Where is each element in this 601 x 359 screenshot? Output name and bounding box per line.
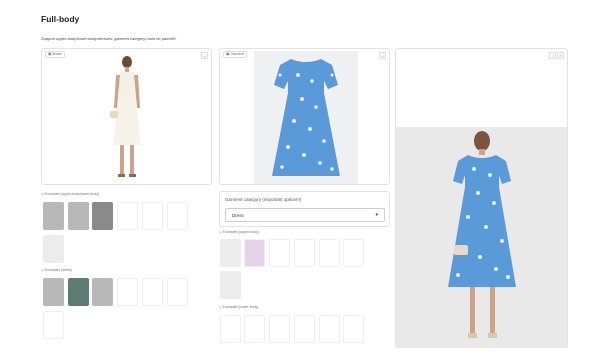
example-thumb[interactable]	[92, 278, 113, 306]
example-thumb[interactable]	[269, 315, 290, 343]
example-thumb[interactable]	[319, 239, 340, 267]
page-subtitle: Support upper-body/lower-body/dresses; g…	[41, 36, 177, 41]
category-label: Garment category (important option!!!)	[225, 197, 302, 202]
expand-icon[interactable]: ⌄	[201, 52, 208, 59]
example-thumb[interactable]	[269, 239, 290, 267]
category-value: Dress	[232, 213, 244, 218]
example-thumb[interactable]	[43, 278, 64, 306]
example-thumb[interactable]	[68, 202, 89, 230]
example-thumb[interactable]	[43, 202, 64, 230]
category-block: Garment category (important option!!!) D…	[219, 191, 390, 227]
chevron-down-icon: ▾	[375, 212, 378, 218]
garment-label: ▣ Garment	[223, 51, 247, 58]
garment-image-panel[interactable]: ▣ Garment ⌄	[219, 48, 390, 185]
model-image	[102, 53, 152, 185]
examples-dress-label: ◇ Examples (dress)	[41, 268, 72, 272]
examples-upper-label: ◇ Examples (upper-body)	[219, 230, 260, 234]
expand-icon[interactable]: ⌄	[379, 52, 386, 59]
example-thumb[interactable]	[220, 239, 241, 267]
example-thumb[interactable]	[117, 278, 138, 306]
example-thumb[interactable]	[167, 278, 188, 306]
result-image	[396, 127, 567, 348]
download-icon[interactable]: ↓	[549, 52, 556, 59]
example-thumb[interactable]	[43, 235, 64, 263]
result-image-panel[interactable]: ↓ ×	[395, 48, 568, 348]
example-thumb[interactable]	[343, 315, 364, 343]
category-select[interactable]: Dress ▾	[225, 208, 385, 222]
example-thumb[interactable]	[68, 278, 89, 306]
example-thumb[interactable]	[343, 239, 364, 267]
example-thumb[interactable]	[92, 202, 113, 230]
example-thumb[interactable]	[117, 202, 138, 230]
example-thumb[interactable]	[167, 202, 188, 230]
example-thumb[interactable]	[220, 271, 241, 299]
example-thumb[interactable]	[43, 311, 64, 339]
example-thumb[interactable]	[220, 315, 241, 343]
examples-lower-label: ◇ Examples (lower-body)	[219, 305, 259, 309]
example-thumb[interactable]	[142, 202, 163, 230]
model-label: ▣ Model	[45, 51, 65, 58]
example-thumb[interactable]	[142, 278, 163, 306]
model-image-panel[interactable]: ▣ Model ⌄	[41, 48, 212, 185]
example-thumb[interactable]	[294, 239, 315, 267]
close-icon[interactable]: ×	[557, 52, 564, 59]
example-thumb[interactable]	[244, 239, 265, 267]
example-thumb[interactable]	[244, 315, 265, 343]
page-title: Full-body	[41, 14, 80, 24]
garment-image	[254, 51, 358, 184]
example-thumb[interactable]	[294, 315, 315, 343]
example-thumb[interactable]	[319, 315, 340, 343]
examples-full-label: ◇ Examples (upper-body/lower-body)	[41, 192, 100, 196]
